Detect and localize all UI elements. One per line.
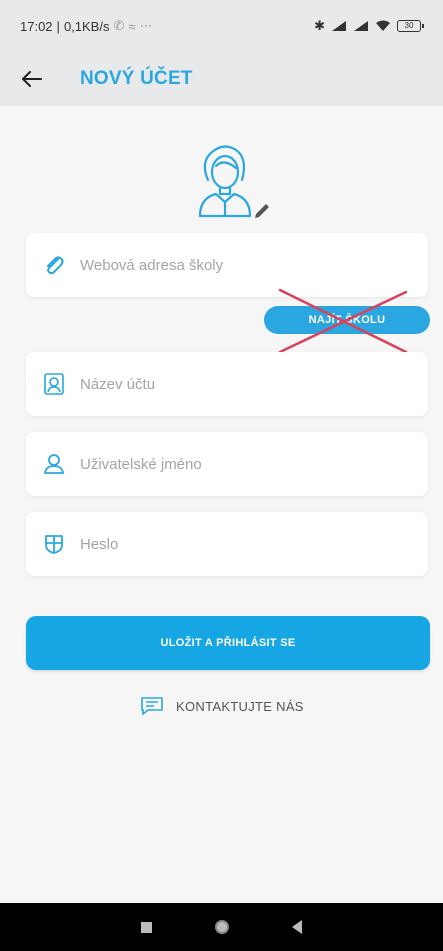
wifi-icon — [376, 20, 390, 31]
school-url-input[interactable] — [80, 233, 428, 297]
user-icon — [40, 450, 68, 478]
contact-us-label: KONTAKTUJTE NÁS — [176, 698, 304, 714]
pencil-icon — [255, 204, 269, 218]
phone-icon: ✆ — [113, 18, 125, 33]
paperclip-icon — [40, 251, 68, 279]
nav-back-icon[interactable] — [291, 920, 302, 934]
app-bar: NOVÝ ÚČET — [0, 52, 443, 106]
username-field[interactable] — [26, 432, 428, 496]
password-field[interactable] — [26, 512, 428, 576]
status-speed: 0,1KB/s — [63, 18, 110, 34]
page-title: NOVÝ ÚČET — [80, 68, 193, 89]
status-separator: | — [56, 18, 60, 34]
cell-signal-icon — [332, 21, 346, 31]
avatar[interactable] — [186, 140, 276, 226]
shield-icon — [40, 530, 68, 558]
user-avatar-edit-icon — [198, 145, 269, 218]
system-nav-bar — [0, 903, 443, 951]
status-more-icon: ⋯ — [139, 18, 153, 33]
battery-icon: 30 — [397, 20, 424, 32]
school-url-field[interactable] — [26, 233, 428, 297]
account-card-icon — [40, 370, 68, 398]
home-icon[interactable] — [214, 920, 229, 934]
status-right: ✱ 30 — [314, 18, 424, 34]
username-input[interactable] — [80, 432, 428, 496]
arrow-left-icon — [22, 71, 42, 87]
contact-us-link[interactable]: KONTAKTUJTE NÁS — [140, 694, 304, 718]
account-name-field[interactable] — [26, 352, 428, 416]
status-time: 17:02 — [20, 18, 53, 34]
find-school-button[interactable]: NAJÍT ŠKOLU — [264, 306, 430, 334]
status-left: 17:02 | 0,1KB/s ✆ ≈ ⋯ — [20, 18, 153, 34]
status-bar: 17:02 | 0,1KB/s ✆ ≈ ⋯ ✱ 30 — [0, 0, 443, 52]
bluetooth-icon: ✱ — [314, 18, 325, 33]
back-button[interactable] — [0, 52, 56, 106]
account-name-input[interactable] — [80, 352, 428, 416]
chat-icon — [141, 697, 163, 716]
password-input[interactable] — [80, 512, 428, 576]
recents-icon[interactable] — [141, 921, 153, 933]
battery-level: 30 — [404, 21, 414, 30]
cell-signal-2-icon — [354, 21, 368, 31]
signal-waves-icon: ≈ — [128, 18, 136, 34]
save-and-login-button[interactable]: ULOŽIT A PŘIHLÁSIT SE — [26, 616, 430, 670]
